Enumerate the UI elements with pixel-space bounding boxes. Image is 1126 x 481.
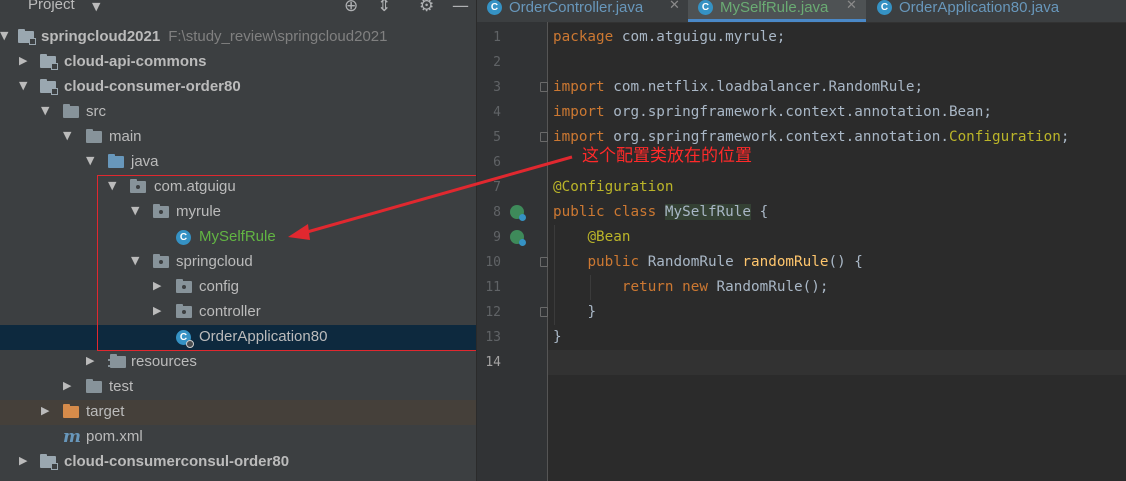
code-line-4[interactable]: import org.springframework.context.annot… xyxy=(553,100,992,125)
project-toolbar: Project ▼ ⊕ ⇕ ⚙ — xyxy=(0,0,476,22)
line-number: 14 xyxy=(485,355,501,370)
collapsed-arrow-icon[interactable]: ▶ xyxy=(86,354,98,367)
line-number: 7 xyxy=(493,180,501,195)
tree-item-cloud-consumerconsul-order80[interactable]: ▶ cloud-consumerconsul-order80 xyxy=(0,450,476,475)
line-number: 3 xyxy=(493,80,501,95)
tree-label: pom.xml xyxy=(86,428,143,445)
module-folder-icon xyxy=(18,29,36,45)
code-line-8[interactable]: public class MySelfRule { xyxy=(553,200,768,225)
tree-item-java[interactable]: ▼ java xyxy=(0,150,476,175)
resources-folder-icon xyxy=(110,354,126,368)
excluded-folder-icon xyxy=(63,404,79,418)
tab-orderapplication80[interactable]: C OrderApplication80.java xyxy=(867,0,1126,22)
line-number: 1 xyxy=(493,30,501,45)
expand-arrow-icon[interactable]: ▼ xyxy=(63,129,75,142)
tree-label: cloud-api-commons xyxy=(64,53,207,70)
tree-label: springcloud2021 F:\study_review\springclo… xyxy=(41,28,388,45)
tree-item-pom-xml[interactable]: m pom.xml xyxy=(0,425,476,450)
tree-label: src xyxy=(86,103,106,120)
annotation-text: 这个配置类放在的位置 xyxy=(582,146,752,166)
spring-bean-gutter-icon[interactable] xyxy=(510,205,526,221)
editor-tabs: C OrderController.java ✕ C MySelfRule.ja… xyxy=(477,0,1126,23)
tree-label: target xyxy=(86,403,125,420)
tree-label: test xyxy=(109,378,134,395)
tree-item-springcloud2021[interactable]: ▼ springcloud2021 F:\study_review\springc… xyxy=(0,25,476,50)
tab-label: MySelfRule.java xyxy=(720,0,829,16)
close-icon[interactable]: ✕ xyxy=(846,0,857,13)
source-folder-icon xyxy=(108,154,124,168)
line-number: 4 xyxy=(493,105,501,120)
expand-arrow-icon[interactable]: ▼ xyxy=(86,154,98,167)
expand-arrow-icon[interactable]: ▼ xyxy=(0,29,12,42)
tree-item-cloud-consumer-order80[interactable]: ▼ cloud-consumer-order80 xyxy=(0,75,476,100)
fold-marker-icon[interactable] xyxy=(540,82,548,92)
line-number: 2 xyxy=(493,55,501,70)
code-line-7[interactable]: @Configuration xyxy=(553,175,674,200)
module-folder-icon xyxy=(40,54,58,70)
close-icon[interactable]: ✕ xyxy=(669,0,680,13)
code-line-11[interactable]: return new RandomRule(); xyxy=(553,275,829,300)
class-icon: C xyxy=(487,0,502,15)
collapse-all-icon[interactable]: ⇕ xyxy=(377,0,391,16)
minimize-icon[interactable]: — xyxy=(452,0,469,16)
tree-label: cloud-consumer-order80 xyxy=(64,78,241,95)
tree-item-src[interactable]: ▼ src xyxy=(0,100,476,125)
tab-ordercontroller[interactable]: C OrderController.java ✕ xyxy=(477,0,687,22)
fold-marker-icon[interactable] xyxy=(540,307,548,317)
tree-item-target[interactable]: ▶ target xyxy=(0,400,476,425)
collapsed-arrow-icon[interactable]: ▶ xyxy=(41,404,53,417)
line-number: 13 xyxy=(485,330,501,345)
collapsed-arrow-icon[interactable]: ▶ xyxy=(63,379,75,392)
tree-item-cloud-api-commons[interactable]: ▶ cloud-api-commons xyxy=(0,50,476,75)
class-icon: C xyxy=(698,0,713,15)
tab-myselfrule[interactable]: C MySelfRule.java ✕ xyxy=(688,0,866,22)
line-number: 11 xyxy=(485,280,501,295)
code-line-10[interactable]: public RandomRule randomRule() { xyxy=(553,250,862,275)
collapsed-arrow-icon[interactable]: ▶ xyxy=(19,54,31,67)
line-number: 12 xyxy=(485,305,501,320)
module-folder-icon xyxy=(40,454,58,470)
module-folder-icon xyxy=(40,79,58,95)
code-line-13[interactable]: } xyxy=(553,325,562,350)
line-number: 10 xyxy=(485,255,501,270)
chevron-down-icon[interactable]: ▼ xyxy=(92,0,100,13)
locate-icon[interactable]: ⊕ xyxy=(344,0,358,16)
line-number: 8 xyxy=(493,205,501,220)
tree-label: resources xyxy=(131,353,197,370)
current-line-highlight xyxy=(548,350,1126,375)
tab-label: OrderController.java xyxy=(509,0,644,16)
expand-arrow-icon[interactable]: ▼ xyxy=(41,104,53,117)
expand-arrow-icon[interactable]: ▼ xyxy=(19,79,31,92)
tree-label: main xyxy=(109,128,142,145)
folder-icon xyxy=(63,104,79,118)
tree-label: cloud-consumerconsul-order80 xyxy=(64,453,290,470)
code-line-9[interactable]: @Bean xyxy=(553,225,630,250)
project-title[interactable]: Project xyxy=(28,0,75,13)
line-number: 6 xyxy=(493,155,501,170)
gear-icon[interactable]: ⚙ xyxy=(419,0,434,16)
tree-item-main[interactable]: ▼ main xyxy=(0,125,476,150)
folder-icon xyxy=(86,129,102,143)
tree-item-resources[interactable]: ▶ resources xyxy=(0,350,476,375)
tree-label: java xyxy=(131,153,159,170)
folder-icon xyxy=(86,379,102,393)
tree-item-test[interactable]: ▶ test xyxy=(0,375,476,400)
tab-label: OrderApplication80.java xyxy=(899,0,1060,16)
fold-marker-icon[interactable] xyxy=(540,257,548,267)
fold-marker-icon[interactable] xyxy=(540,132,548,142)
code-line-12[interactable]: } xyxy=(553,300,596,325)
highlight-box xyxy=(97,175,476,351)
line-number: 9 xyxy=(493,230,501,245)
line-number: 5 xyxy=(493,130,501,145)
spring-bean-gutter-icon[interactable] xyxy=(510,230,526,246)
class-icon: C xyxy=(877,0,892,15)
collapsed-arrow-icon[interactable]: ▶ xyxy=(19,454,31,467)
code-line-3[interactable]: import com.netflix.loadbalancer.RandomRu… xyxy=(553,75,923,100)
project-panel: Project ▼ ⊕ ⇕ ⚙ — ▼ springcloud2021 F:\st… xyxy=(0,0,476,481)
code-line-1[interactable]: package com.atguigu.myrule; xyxy=(553,25,785,50)
maven-icon: m xyxy=(63,427,81,447)
